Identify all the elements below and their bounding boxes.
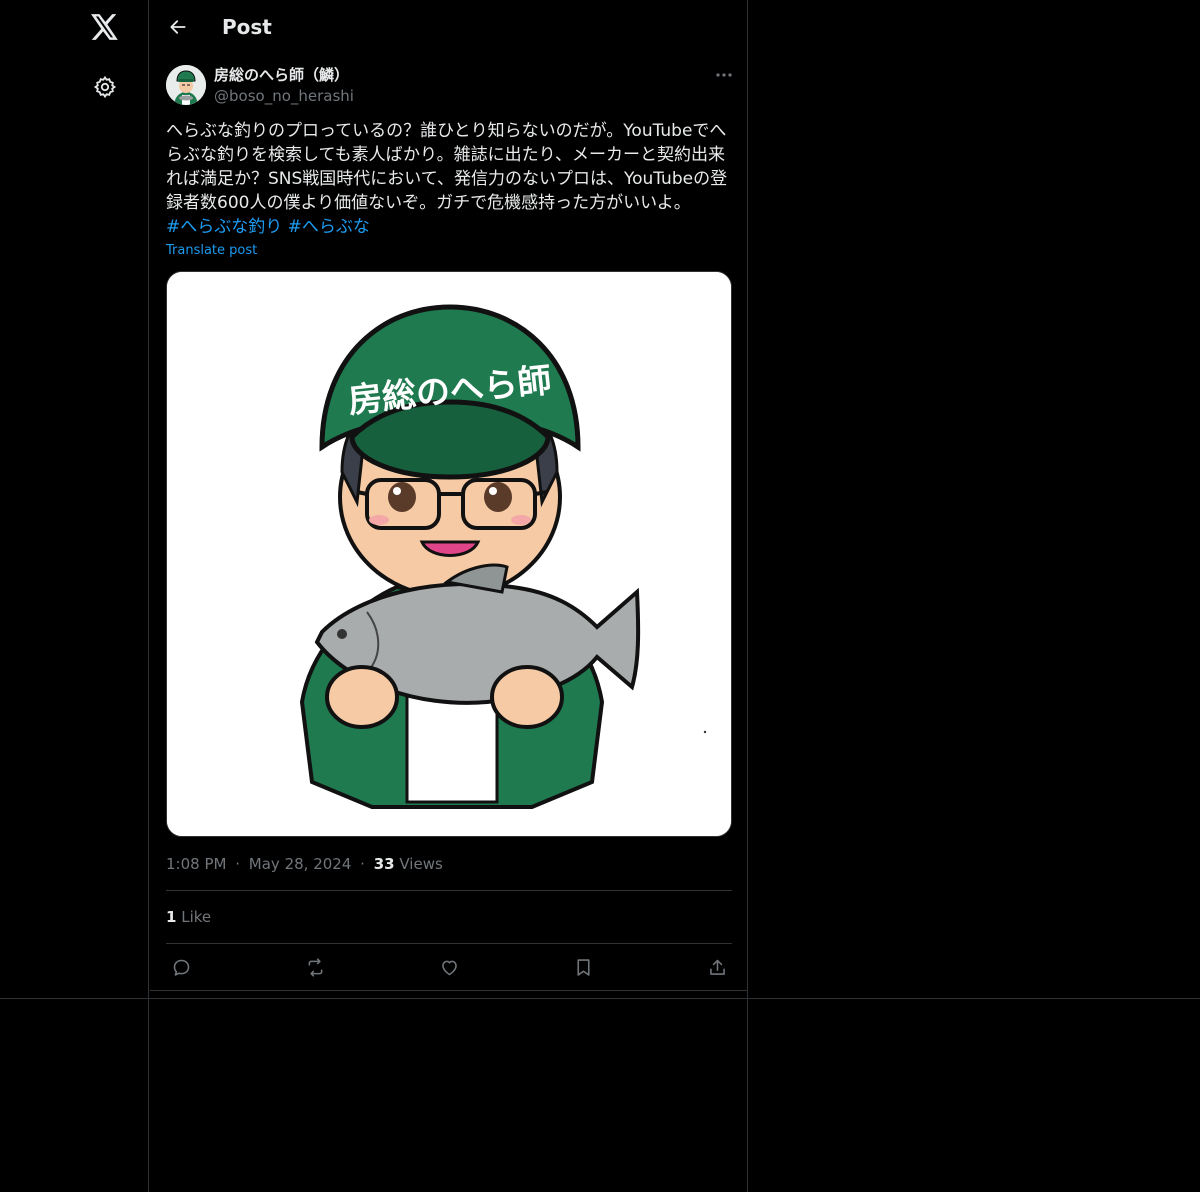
post-time[interactable]: 1:08 PM — [166, 855, 226, 873]
post-date[interactable]: May 28, 2024 — [249, 855, 352, 873]
left-nav — [0, 0, 149, 1192]
arrow-left-icon[interactable] — [164, 13, 192, 41]
post-author: 房総のへら師（鱗） @boso_no_herashi — [166, 65, 736, 105]
divider — [150, 990, 748, 991]
repost-icon[interactable] — [303, 955, 327, 979]
meta-separator: · — [360, 855, 365, 873]
likes-label: Like — [181, 908, 212, 926]
avatar[interactable] — [166, 65, 206, 105]
hashtag-link[interactable]: #へらぶな釣り — [166, 217, 282, 237]
action-bar — [166, 955, 732, 979]
author-display-name[interactable]: 房総のへら師（鱗） — [214, 65, 349, 85]
like-icon[interactable] — [437, 955, 461, 979]
divider — [0, 998, 1200, 999]
divider — [166, 890, 732, 891]
hashtag-link[interactable]: #へらぶな — [288, 217, 370, 237]
views-label: Views — [399, 855, 443, 873]
post-header: Post — [150, 0, 748, 54]
page-title: Post — [222, 15, 272, 39]
post-meta: 1:08 PM · May 28, 2024 · 33 Views — [166, 854, 443, 874]
x-logo-icon[interactable] — [89, 11, 121, 43]
bookmark-icon[interactable] — [571, 955, 595, 979]
views-count: 33 — [373, 855, 395, 873]
post-text: へらぶな釣りのプロっているの？誰ひとり知らないのだが。YouTubeでへらぶな釣… — [166, 121, 728, 213]
likes-summary[interactable]: 1 Like — [166, 907, 211, 927]
post-image[interactable]: 房総のへら師 — [166, 271, 732, 837]
post-column: Post 房総のへら師（鱗） @boso_no_herashi へらぶな釣りのプ… — [150, 0, 748, 1192]
divider — [166, 943, 732, 944]
more-options-icon[interactable] — [712, 65, 736, 85]
author-handle[interactable]: @boso_no_herashi — [214, 86, 354, 106]
share-icon[interactable] — [705, 955, 729, 979]
post-hashtags: #へらぶな釣り #へらぶな — [166, 215, 370, 239]
meta-separator: · — [235, 855, 241, 873]
likes-count: 1 — [166, 908, 177, 926]
gear-icon[interactable] — [91, 73, 119, 101]
reply-icon[interactable] — [169, 955, 193, 979]
translate-post-link[interactable]: Translate post — [166, 242, 257, 260]
